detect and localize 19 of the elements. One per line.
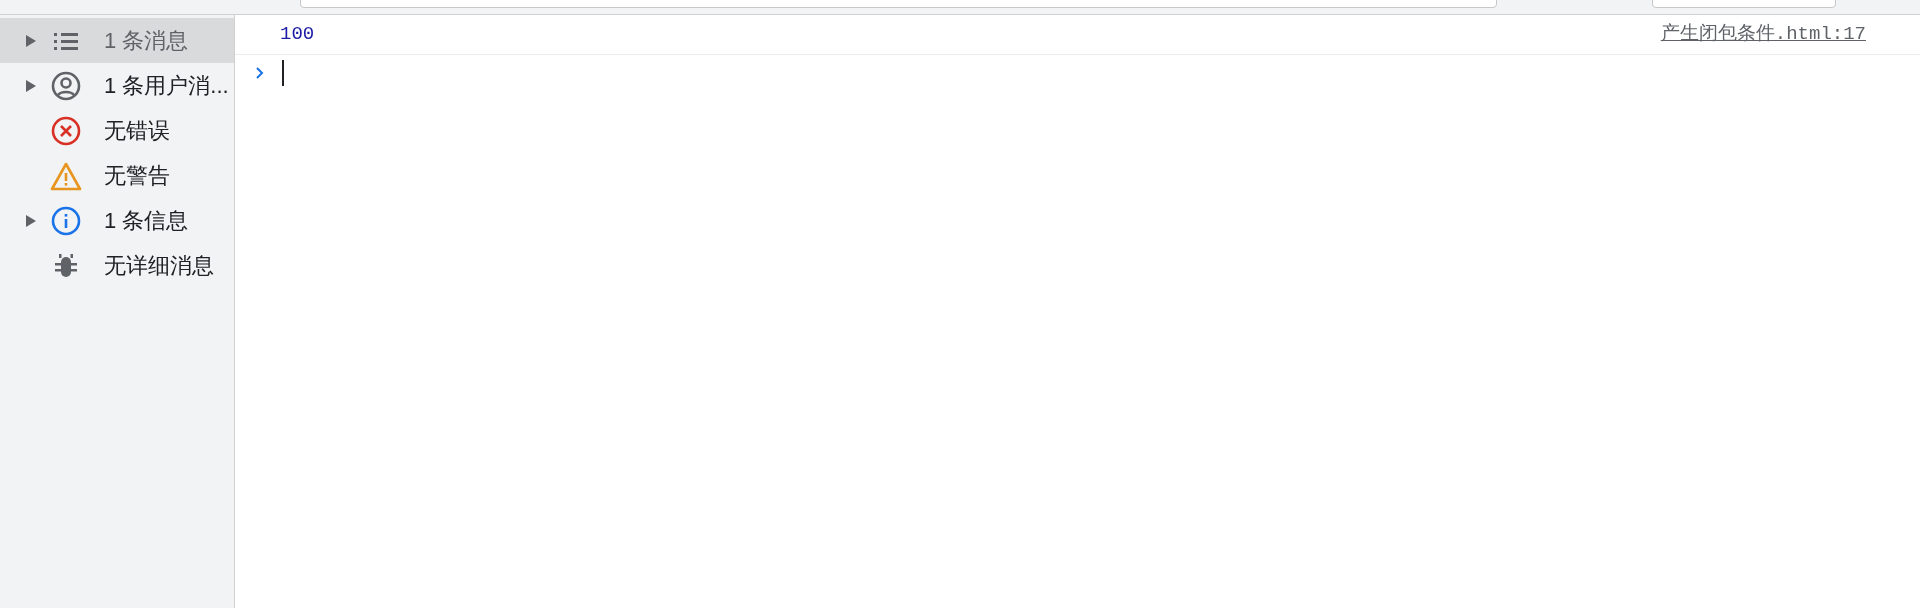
- expand-triangle-icon[interactable]: [26, 214, 36, 227]
- info-icon: [51, 205, 81, 236]
- source-link[interactable]: 产生闭包条件.html:17: [1660, 20, 1866, 49]
- sidebar-item[interactable]: 1 条用户消...: [0, 63, 234, 108]
- sidebar-item[interactable]: 无详细消息: [0, 243, 234, 288]
- list-icon: [53, 30, 79, 51]
- sidebar-item[interactable]: 1 条消息: [0, 18, 234, 63]
- text-cursor: [282, 60, 284, 86]
- expand-triangle-icon[interactable]: [26, 79, 36, 92]
- sidebar-item[interactable]: 无警告: [0, 153, 234, 198]
- console-value: 100: [280, 22, 315, 48]
- prompt-chevron-icon: [255, 66, 265, 80]
- warning-icon: [49, 160, 83, 191]
- sidebar-item[interactable]: 无错误: [0, 108, 234, 153]
- user-icon: [51, 70, 81, 101]
- error-icon: [51, 115, 81, 146]
- expand-triangle-icon[interactable]: [26, 34, 36, 47]
- bug-icon: [54, 252, 78, 279]
- sidebar-item[interactable]: 1 条信息: [0, 198, 234, 243]
